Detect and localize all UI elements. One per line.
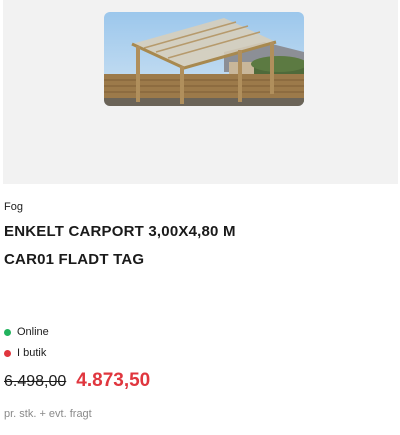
price-note: pr. stk. + evt. fragt (4, 408, 92, 420)
store-status-dot-icon (4, 349, 11, 357)
product-title-line-2[interactable]: CAR01 FLADT TAG (4, 251, 144, 268)
stock-store-label: I butik (17, 347, 47, 359)
online-status-dot-icon (4, 328, 11, 336)
carport-photo[interactable] (104, 12, 304, 106)
sale-price: 4.873,50 (76, 370, 151, 391)
old-price: 6.498,00 (4, 373, 67, 390)
product-image-area[interactable] (3, 0, 398, 184)
product-title-line-1[interactable]: ENKELT CARPORT 3,00X4,80 M (4, 223, 236, 240)
stock-online: Online (4, 326, 49, 338)
price-row: 6.498,00 4.873,50 (4, 370, 150, 392)
product-brand: Fog (4, 201, 23, 213)
stock-in-store: I butik (4, 347, 46, 359)
stock-online-label: Online (17, 326, 49, 338)
